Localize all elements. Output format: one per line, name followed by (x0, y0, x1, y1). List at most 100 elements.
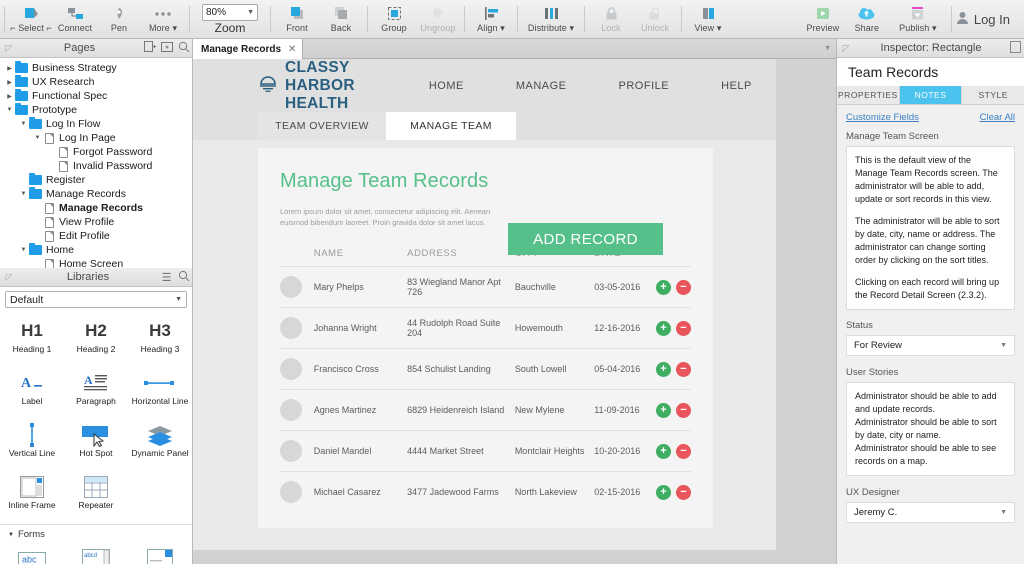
chevron-right-icon[interactable]: ▶ (4, 93, 15, 100)
table-row[interactable]: Mary Phelps 83 Wiegland Manor Apt 726 Bauc… (280, 266, 691, 308)
nav-link-manage[interactable]: MANAGE (490, 80, 593, 92)
connect-tool[interactable]: Connect (53, 0, 97, 39)
chevron-right-icon[interactable]: ▶ (32, 205, 43, 212)
chevron-right-icon[interactable]: ▶ (46, 149, 57, 156)
nav-link-home[interactable]: HOME (403, 80, 490, 92)
clear-all-link[interactable]: Clear All (980, 112, 1015, 123)
view-button[interactable]: View ▾ (686, 0, 730, 39)
chevron-down-icon[interactable]: ▼ (18, 121, 29, 127)
table-row[interactable]: Johanna Wright 44 Rudolph Road Suite 204 H… (280, 307, 691, 349)
delete-row-button[interactable]: − (676, 361, 691, 377)
tree-item[interactable]: ▶ Business Strategy (0, 61, 192, 75)
chevron-right-icon[interactable]: ▶ (32, 233, 43, 240)
tree-item[interactable]: ▼ Log In Flow (0, 117, 192, 131)
repeater-widget[interactable]: Repeater (64, 470, 128, 522)
tabbar-overflow-icon[interactable]: ▼ (824, 45, 831, 52)
add-row-button[interactable]: + (656, 443, 671, 459)
group-button[interactable]: Group (372, 0, 416, 39)
chevron-right-icon[interactable]: ▶ (32, 261, 43, 268)
chevron-down-icon[interactable]: ▼ (18, 247, 29, 253)
chevron-down-icon[interactable]: ▼ (4, 107, 15, 113)
pen-tool[interactable]: Pen (97, 0, 141, 39)
design-canvas[interactable]: CLASSY HARBOR HEALTH HOME MANAGE PROFILE HE… (193, 59, 836, 564)
tree-item[interactable]: ▶ Home Screen (0, 257, 192, 268)
heading-1[interactable]: H1 Heading 1 (0, 314, 64, 366)
login-button[interactable]: Log In (956, 11, 1024, 28)
label-widget[interactable]: A Label (0, 366, 64, 418)
prototype-page[interactable]: CLASSY HARBOR HEALTH HOME MANAGE PROFILE HE… (193, 59, 776, 550)
chevron-down-icon[interactable]: ▼ (18, 191, 29, 197)
delete-row-button[interactable]: − (676, 320, 691, 336)
tree-item[interactable]: ▶ View Profile (0, 215, 192, 229)
col-avatar[interactable] (280, 244, 314, 267)
share-button[interactable]: Share (845, 0, 889, 39)
tree-item[interactable]: ▶ Register (0, 173, 192, 187)
chevron-right-icon[interactable]: ▶ (46, 163, 57, 170)
inspector-tab-style[interactable]: STYLE (962, 86, 1024, 104)
prototype-tab-manage-team[interactable]: MANAGE TEAM (386, 112, 516, 140)
align-button[interactable]: Align ▾ (469, 0, 513, 39)
delete-row-button[interactable]: − (676, 279, 691, 295)
ux-designer-select[interactable]: Jeremy C. ▼ (846, 502, 1015, 523)
tree-item[interactable]: ▶ Edit Profile (0, 229, 192, 243)
tree-item[interactable]: ▼ Home (0, 243, 192, 257)
col-address[interactable]: ADDRESS (407, 244, 515, 267)
chevron-right-icon[interactable]: ▶ (4, 79, 15, 86)
inspector-collapse-icon[interactable]: ◸ (837, 43, 855, 54)
hamburger-icon[interactable]: ☰ (158, 271, 175, 284)
libraries-collapse-icon[interactable]: ◸ (0, 272, 18, 283)
prototype-tab-team-overview[interactable]: TEAM OVERVIEW (258, 112, 386, 140)
publish-button[interactable]: Publish ▾ (889, 0, 947, 39)
col-name[interactable]: NAME (313, 244, 408, 267)
user-stories-textarea[interactable]: Administrator should be able to add and … (846, 382, 1015, 476)
distribute-button[interactable]: Distribute ▾ (522, 0, 580, 39)
add-row-button[interactable]: + (656, 361, 671, 377)
table-row[interactable]: Francisco Cross 854 Schulist Landing South… (280, 348, 691, 390)
dynamic-panel-widget[interactable]: Dynamic Panel (128, 418, 192, 470)
droplist-widget[interactable]: Droplist (128, 542, 192, 564)
pages-tree[interactable]: ▶ Business Strategy ▶ UX Research ▶ Functiona… (0, 58, 192, 268)
front-button[interactable]: Front (275, 0, 319, 39)
horizontal-line-widget[interactable]: Horizontal Line (128, 366, 192, 418)
collapse-icon[interactable]: ◸ (0, 43, 18, 54)
add-row-button[interactable]: + (656, 279, 671, 295)
delete-row-button[interactable]: − (676, 443, 691, 459)
text-area-widget[interactable]: abcdText Area (64, 542, 128, 564)
document-tab-manage-records[interactable]: Manage Records ✕ (193, 39, 304, 59)
table-row[interactable]: Agnes Martinez 6829 Heidenreich Island New… (280, 389, 691, 431)
records-table-body[interactable]: Mary Phelps 83 Wiegland Manor Apt 726 Bauc… (280, 266, 691, 513)
prototype-nav[interactable]: HOME MANAGE PROFILE HELP (403, 80, 778, 92)
more-tool[interactable]: More ▾ (141, 0, 185, 39)
add-row-button[interactable]: + (656, 484, 671, 500)
inline-frame-widget[interactable]: Inline Frame (0, 470, 64, 522)
unlock-button[interactable]: Unlock (633, 0, 677, 39)
chevron-right-icon[interactable]: ▶ (4, 65, 15, 72)
ungroup-button[interactable]: Ungroup (416, 0, 460, 39)
nav-link-help[interactable]: HELP (695, 80, 778, 92)
hot-spot-widget[interactable]: Hot Spot (64, 418, 128, 470)
tree-item[interactable]: ▼ Log In Page (0, 131, 192, 145)
zoom-control[interactable]: 80% ▼ Zoom (194, 3, 266, 35)
tree-item[interactable]: ▶ Invalid Password (0, 159, 192, 173)
table-row[interactable]: Daniel Mandel 4444 Market Street Montclair… (280, 430, 691, 472)
delete-row-button[interactable]: − (676, 484, 691, 500)
forms-section-header[interactable]: ▼ Forms (0, 524, 192, 542)
note-textarea[interactable]: This is the default view of the Manage T… (846, 146, 1015, 310)
text-field-widget[interactable]: abcText Field (0, 542, 64, 564)
inspector-tab-notes[interactable]: NOTES (899, 86, 963, 104)
add-row-button[interactable]: + (656, 320, 671, 336)
table-row[interactable]: Michael Casarez 3477 Jadewood Farms North … (280, 472, 691, 513)
chevron-right-icon[interactable]: ▶ (32, 219, 43, 226)
vertical-line-widget[interactable]: Vertical Line (0, 418, 64, 470)
add-page-icon[interactable] (141, 41, 158, 55)
preview-button[interactable]: Preview (801, 0, 845, 39)
status-select[interactable]: For Review ▼ (846, 335, 1015, 356)
tree-item[interactable]: ▼ Prototype (0, 103, 192, 117)
lock-button[interactable]: Lock (589, 0, 633, 39)
tree-item[interactable]: ▶ Functional Spec (0, 89, 192, 103)
inspector-tabs[interactable]: PROPERTIES NOTES STYLE (837, 86, 1024, 105)
select-tool[interactable]: ⌐ Select ⌐ (9, 0, 53, 39)
chevron-down-icon[interactable]: ▼ (32, 135, 43, 141)
heading-2[interactable]: H2 Heading 2 (64, 314, 128, 366)
libraries-search-icon[interactable] (175, 270, 192, 284)
